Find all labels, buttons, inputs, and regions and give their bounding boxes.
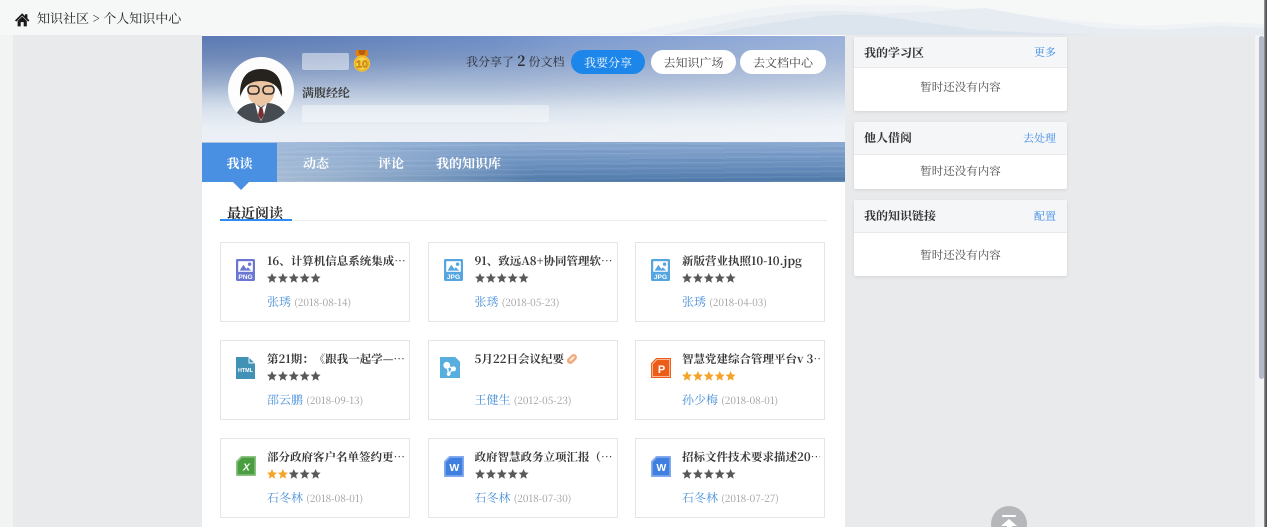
svg-text:W: W — [656, 462, 666, 474]
svg-text:JPG: JPG — [654, 274, 667, 281]
svg-text:X: X — [242, 462, 251, 474]
svg-text:HTML: HTML — [238, 368, 254, 374]
svg-text:P: P — [658, 364, 665, 376]
svg-text:W: W — [449, 462, 459, 474]
svg-text:PNG: PNG — [238, 274, 252, 281]
svg-text:JPG: JPG — [446, 274, 459, 281]
svg-text:10: 10 — [356, 58, 368, 70]
